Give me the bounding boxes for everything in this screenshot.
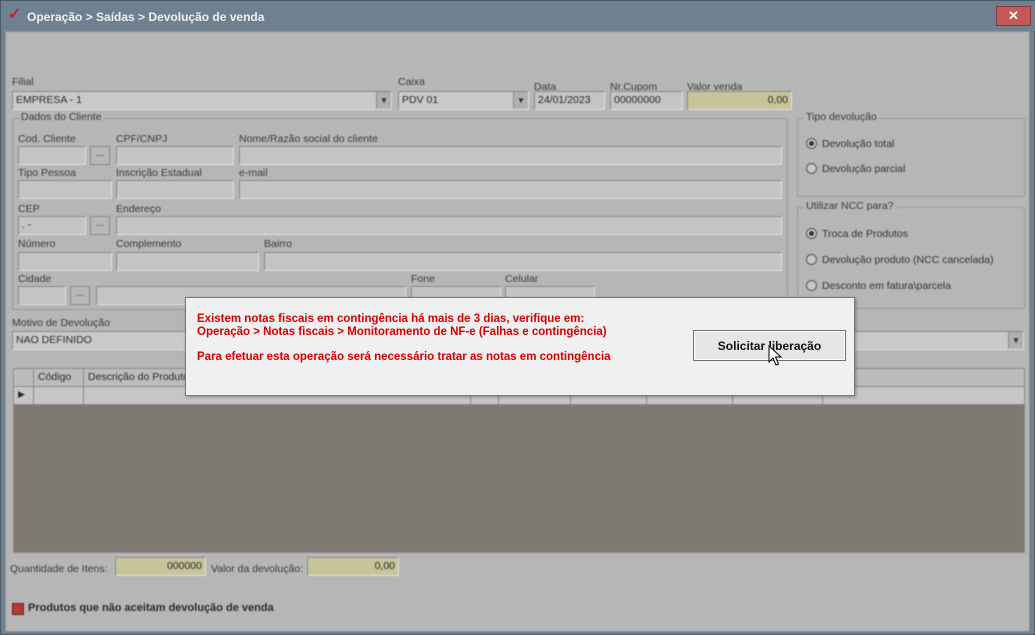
utilizar-ncc-title: Utilizar NCC para? [804,200,896,212]
search-cep-button[interactable]: ... [90,216,110,235]
chevron-down-icon[interactable]: ▼ [513,92,528,109]
dialog-line-3: Para efetuar esta operação será necessár… [197,351,611,363]
radio-label: Devolução produto (NCC cancelada) [822,254,994,266]
caixa-label: Caixa [398,76,425,88]
radio-troca-produtos[interactable]: Troca de Produtos [806,228,908,240]
cell[interactable] [34,387,84,405]
tipo-pessoa-field[interactable] [18,180,112,199]
complemento-field[interactable] [116,252,259,271]
filial-select[interactable]: EMPRESA - 1 ▼ [12,91,392,110]
nome-label: Nome/Razão social do cliente [239,133,378,145]
complemento-label: Complemento [116,238,182,250]
qtd-itens-field: 000000 [115,557,206,576]
qtd-itens-label: Quantidade de Itens: [10,563,108,575]
valor-venda-field[interactable]: 0,00 [687,91,792,110]
cep-field[interactable]: . - [18,216,86,235]
cpf-cnpj-label: CPF/CNPJ [116,133,168,145]
radio-unselected-icon [806,163,817,174]
fone-label: Fone [411,273,435,285]
radio-label: Desconto em fatura\parcela [822,280,951,292]
cidade-code-field[interactable] [18,286,66,305]
caixa-value: PDV 01 [402,94,439,106]
radio-devolucao-parcial[interactable]: Devolução parcial [806,163,905,175]
cidade-label: Cidade [18,273,52,285]
endereco-field[interactable] [116,216,782,235]
cod-cliente-field[interactable] [18,146,86,165]
cep-label: CEP [18,203,40,215]
title-bar: ✓ Operação > Saídas > Devolução de venda… [1,1,1035,31]
cod-cliente-label: Cod. Cliente [18,133,76,145]
filial-label: Filial [12,76,34,88]
chevron-down-icon[interactable]: ▼ [1008,332,1023,349]
tipo-devolucao-group: Tipo devolução [797,111,1025,197]
radio-label: Troca de Produtos [822,228,908,240]
radio-devolucao-total[interactable]: Devolução total [806,138,894,150]
nome-field[interactable] [239,146,782,165]
bairro-field[interactable] [264,252,782,271]
cpf-cnpj-field[interactable] [116,146,234,165]
radio-label: Devolução parcial [822,163,906,175]
numero-field[interactable] [18,252,112,271]
tipo-pessoa-label: Tipo Pessoa [18,167,76,179]
celular-label: Celular [505,273,539,285]
bairro-label: Bairro [264,238,293,250]
data-field[interactable]: 24/01/2023 [534,91,605,110]
tipo-devolucao-title: Tipo devolução [804,111,879,123]
window-title: Operação > Saídas > Devolução de venda [27,10,265,24]
radio-devolucao-produto[interactable]: Devolução produto (NCC cancelada) [806,254,994,266]
radio-selected-icon [806,228,817,239]
valor-devolucao-field: 0,00 [307,557,399,576]
dialog-line-1: Existem notas fiscais em contingência há… [197,313,585,325]
close-button[interactable]: ✕ [996,6,1031,26]
caixa-select[interactable]: PDV 01 ▼ [398,91,529,110]
legend-text: Produtos que não aceitam devolução de ve… [28,602,274,614]
search-cliente-button[interactable]: ... [90,146,110,165]
search-cidade-button[interactable]: ... [70,286,90,305]
chevron-down-icon[interactable]: ▼ [376,92,391,109]
email-field[interactable] [239,180,782,199]
filial-value: EMPRESA - 1 [16,94,82,106]
app-check-icon: ✓ [8,6,22,23]
grid-corner [14,369,34,387]
radio-unselected-icon [806,254,817,265]
col-codigo[interactable]: Código [34,369,84,387]
radio-desconto-fatura[interactable]: Desconto em fatura\parcela [806,280,951,292]
inscricao-field[interactable] [116,180,234,199]
cupom-field[interactable]: 00000000 [610,91,683,110]
valor-devolucao-label: Valor da devolução: [211,563,304,575]
mouse-cursor-icon [768,345,782,366]
dialog-line-2: Operação > Notas fiscais > Monitoramento… [197,326,607,338]
numero-label: Número [18,238,56,250]
legend-color-box [12,603,24,615]
motivo-value: NAO DEFINIDO [16,334,92,346]
endereco-label: Endereço [116,203,161,215]
email-label: e-mail [239,167,268,179]
radio-unselected-icon [806,280,817,291]
motivo-label: Motivo de Devolução [12,317,111,329]
contingencia-dialog: Existem notas fiscais em contingência há… [185,297,855,396]
row-indicator-icon: ▶ [14,387,34,405]
inscricao-label: Inscrição Estadual [116,167,202,179]
radio-label: Devolução total [822,138,895,150]
dados-cliente-title: Dados do Cliente [19,111,104,123]
radio-selected-icon [806,138,817,149]
